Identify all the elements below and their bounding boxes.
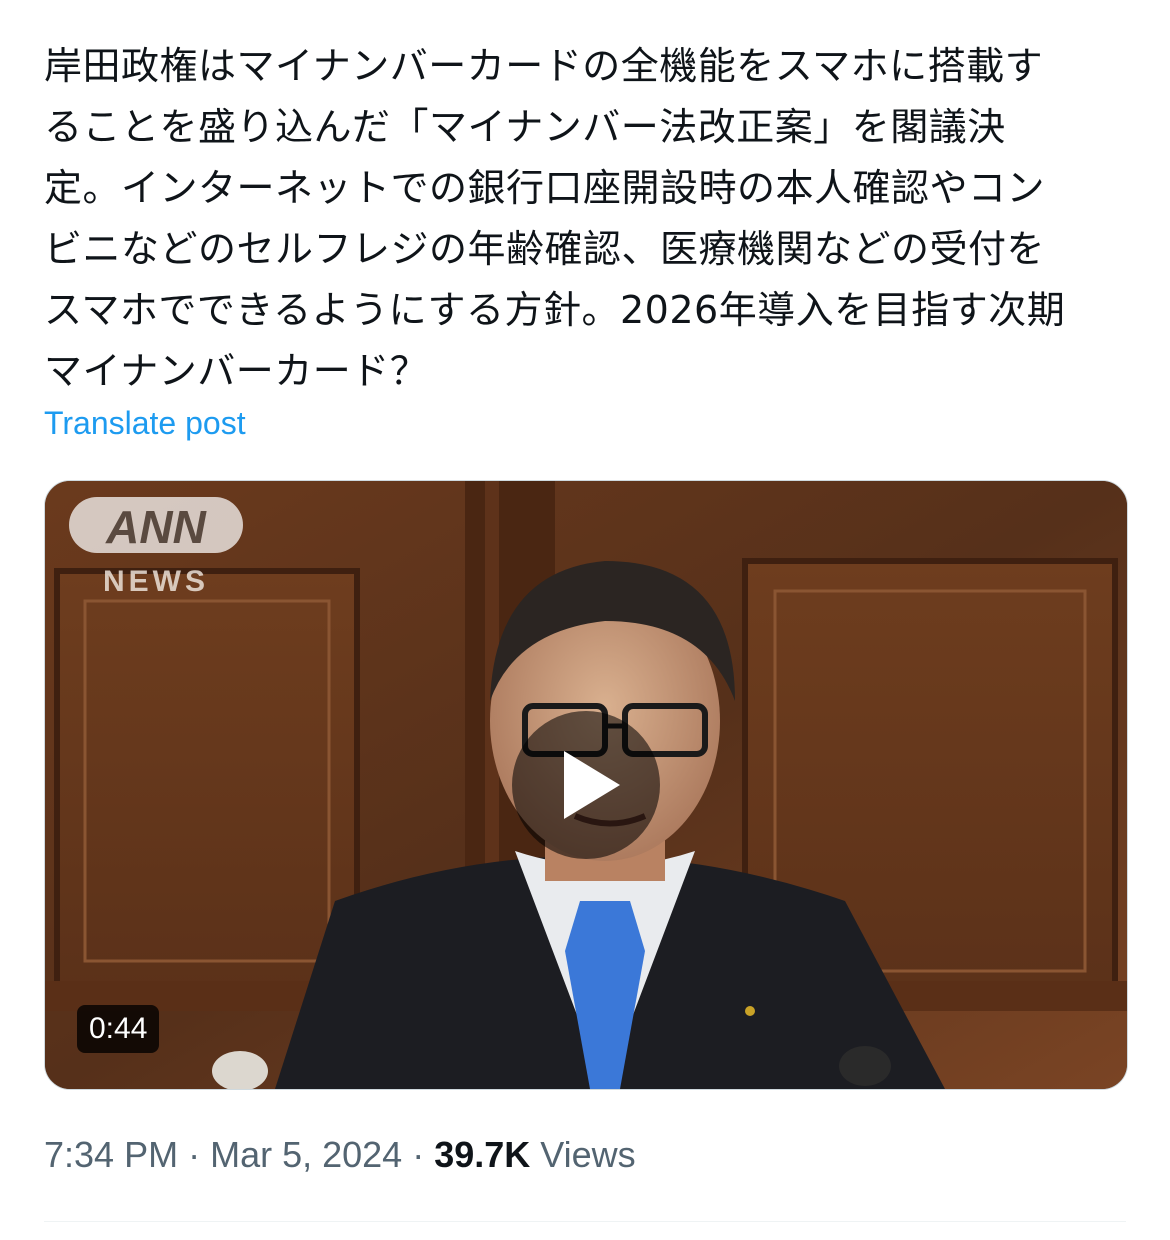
meta-separator: · (188, 1134, 201, 1175)
post-text-line: 岸田政権はマイナンバーカードの全機能をスマホに搭載す (44, 44, 1044, 88)
post-text-line: 定。インターネットでの銀行口座開設時の本人確認やコン (44, 166, 1046, 210)
views-label: Views (540, 1134, 636, 1175)
views-count: 39.7K (434, 1134, 531, 1175)
post-text-line: マイナンバーカード？ (44, 349, 429, 393)
play-icon (564, 751, 620, 819)
post-time[interactable]: 7:34 PM (44, 1134, 178, 1175)
video-player[interactable]: ANN NEWS 0:44 (44, 480, 1128, 1090)
video-duration-badge: 0:44 (77, 1005, 160, 1053)
post-text: 岸田政権はマイナンバーカードの全機能をスマホに搭載す ることを盛り込んだ「マイナ… (44, 36, 1134, 402)
translate-post-link[interactable]: Translate post (44, 405, 246, 442)
ann-news-logo: ANN NEWS (69, 497, 243, 598)
news-logo-text: NEWS (103, 565, 209, 598)
meta-separator: · (412, 1134, 425, 1175)
post-text-line: ることを盛り込んだ「マイナンバー法改正案」を閣議決 (44, 105, 1006, 149)
post-text-line: スマホでできるようにする方針。2026年導入を目指す次期 (44, 288, 1066, 332)
divider (44, 1221, 1126, 1222)
post-meta: 7:34 PM · Mar 5, 2024 · 39.7K Views (44, 1134, 636, 1176)
post-date[interactable]: Mar 5, 2024 (210, 1134, 402, 1175)
ann-logo-text: ANN (105, 501, 206, 553)
play-button[interactable] (512, 711, 660, 859)
post-text-line: ビニなどのセルフレジの年齢確認、医療機関などの受付を (44, 227, 1046, 271)
